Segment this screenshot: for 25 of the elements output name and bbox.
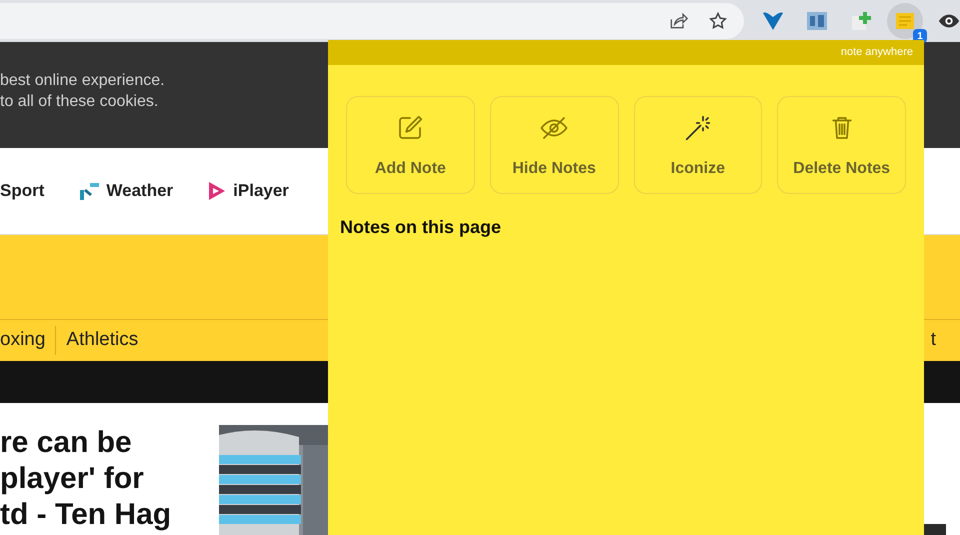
headline-text: td - Ten Hag — [0, 497, 172, 533]
headline-text: re can be — [0, 425, 133, 461]
action-button[interactable]: Delete Notes — [777, 96, 906, 194]
dark-block — [924, 524, 946, 535]
star-icon[interactable] — [708, 11, 728, 31]
extension-icon[interactable] — [762, 10, 784, 32]
extension-icon[interactable] — [806, 10, 828, 32]
section-title: Notes on this page — [340, 216, 502, 239]
cookie-text: to all of these cookies. — [0, 92, 160, 112]
action-button[interactable]: Add Note — [346, 96, 475, 194]
nav-link[interactable]: Weather — [78, 178, 174, 204]
nav-link[interactable]: iPlayer — [207, 178, 289, 204]
sport-nav-link[interactable]: oxing — [0, 326, 56, 355]
nav-link[interactable]: Sport — [0, 178, 44, 204]
brand-text: note anywhere — [840, 45, 913, 60]
extension-icon[interactable] — [850, 10, 872, 32]
weather-icon — [78, 180, 100, 202]
action-button[interactable]: Iconize — [634, 96, 762, 194]
sport-nav-link[interactable]: t — [930, 326, 936, 355]
share-icon[interactable] — [668, 11, 688, 31]
note-icon — [895, 11, 915, 31]
headline-text: player' for — [0, 461, 145, 497]
play-icon — [207, 180, 228, 202]
action-button[interactable]: Hide Notes — [490, 96, 618, 194]
cookie-text: best online experience. — [0, 71, 166, 91]
